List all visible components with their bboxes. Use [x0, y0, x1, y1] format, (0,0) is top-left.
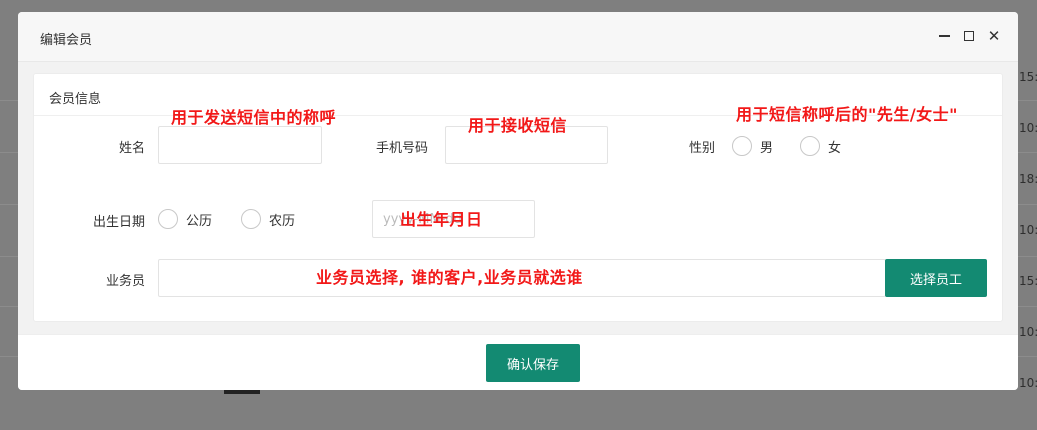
- radio-circle-icon: [158, 209, 178, 229]
- birth-date-annotation: 出生年月日: [400, 210, 483, 229]
- gender-radio-female[interactable]: 女: [800, 136, 841, 156]
- name-annotation: 用于发送短信中的称呼: [171, 108, 337, 127]
- calendar-radio-lunar[interactable]: 农历: [241, 209, 295, 229]
- maximize-button[interactable]: [959, 26, 979, 46]
- birth-date-label: 出生日期: [92, 215, 145, 230]
- phone-annotation: 用于接收短信: [468, 116, 568, 135]
- dialog-footer: 确认保存: [18, 334, 1018, 390]
- radio-circle-icon: [241, 209, 261, 229]
- maximize-icon: [964, 31, 974, 41]
- background-time-cell: 10:: [1019, 376, 1037, 390]
- gender-annotation: 用于短信称呼后的"先生/女士": [736, 105, 959, 124]
- salesperson-annotation: 业务员选择, 谁的客户,业务员就选谁: [316, 268, 583, 287]
- name-input[interactable]: [158, 126, 322, 164]
- close-icon: ✕: [987, 27, 1001, 45]
- minimize-button[interactable]: [934, 26, 954, 46]
- dialog-header: 编辑会员 ✕: [18, 12, 1018, 62]
- dialog-title: 编辑会员: [40, 33, 93, 48]
- card-title: 会员信息: [49, 92, 102, 107]
- close-button[interactable]: ✕: [984, 26, 1004, 46]
- edit-member-dialog: 编辑会员 ✕ 会员信息 姓名 手机号码 性别 男 女 出生日期 公历 农历 yy…: [18, 12, 1018, 390]
- background-time-cell: 10:: [1019, 325, 1037, 339]
- background-time-cell: 15:: [1019, 70, 1037, 84]
- name-label: 姓名: [118, 141, 145, 156]
- radio-circle-icon: [800, 136, 820, 156]
- salesperson-label: 业务员: [105, 274, 145, 289]
- calendar-radio-solar[interactable]: 公历: [158, 209, 212, 229]
- radio-circle-icon: [732, 136, 752, 156]
- gender-label: 性别: [688, 141, 715, 156]
- select-staff-button[interactable]: 选择员工: [885, 259, 987, 297]
- radio-label: 男: [760, 140, 774, 156]
- radio-label: 女: [828, 140, 842, 156]
- radio-label: 公历: [186, 213, 213, 229]
- gender-radio-male[interactable]: 男: [732, 136, 773, 156]
- background-time-cell: 10:: [1019, 121, 1037, 135]
- radio-label: 农历: [269, 213, 296, 229]
- minimize-icon: [938, 35, 950, 37]
- background-time-cell: 10:: [1019, 223, 1037, 237]
- phone-label: 手机号码: [375, 141, 428, 156]
- confirm-save-button[interactable]: 确认保存: [486, 344, 580, 382]
- background-time-cell: 18:: [1019, 172, 1037, 186]
- background-time-cell: 15:: [1019, 274, 1037, 288]
